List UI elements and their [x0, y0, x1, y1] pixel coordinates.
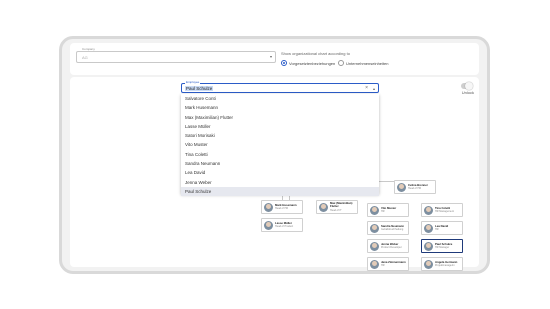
- chevron-up-icon[interactable]: ▴: [373, 86, 375, 91]
- unlock-toggle[interactable]: [461, 82, 473, 90]
- company-select[interactable]: Company AG ▾: [76, 47, 276, 63]
- avatar: [264, 202, 273, 212]
- radio-units[interactable]: Unternehmenseinheiten: [338, 60, 388, 66]
- card-role: HR: [381, 210, 385, 213]
- radio-unchecked-icon[interactable]: [338, 60, 344, 66]
- dropdown-option[interactable]: Satori Morisaki: [181, 131, 379, 140]
- chevron-down-icon[interactable]: ▾: [270, 54, 272, 59]
- card-role: Head of HR: [408, 187, 422, 190]
- employee-label: Employee: [185, 80, 201, 84]
- company-label: Company: [81, 47, 96, 51]
- avatar: [370, 259, 379, 269]
- org-card[interactable]: Angela Germann Projektmanagerin: [421, 257, 463, 271]
- org-card[interactable]: Jana Zimmermann HR: [367, 257, 409, 271]
- clear-icon[interactable]: ×: [365, 85, 368, 91]
- avatar: [319, 202, 328, 212]
- org-card[interactable]: Sandra Neumann Gehaltsbuchhaltung: [367, 221, 409, 235]
- org-chart-area: Unlock Employee Paul Schulze × ▴ Salvato…: [70, 77, 479, 271]
- org-card[interactable]: Celina Brenner Head of HR: [394, 180, 436, 194]
- radio-superior[interactable]: Vorgesetztenbeziehungen: [281, 60, 335, 66]
- org-card[interactable]: Tina Coletti HR Management: [421, 203, 463, 217]
- dropdown-option[interactable]: Max (Maximilian) Flutter: [181, 113, 379, 122]
- avatar: [370, 223, 379, 233]
- org-card[interactable]: Lasse Müller Head of Product: [261, 218, 303, 232]
- org-card[interactable]: Max (Maximilian) Flutter Head of IT: [316, 200, 358, 214]
- filter-bar: Company AG ▾ Show organizational chart a…: [70, 43, 479, 75]
- avatar: [370, 241, 379, 251]
- dropdown-option[interactable]: Mark Husemann: [181, 103, 379, 112]
- radio-superior-label: Vorgesetztenbeziehungen: [289, 60, 336, 66]
- org-card-selected[interactable]: Paul Schulze HR Manager: [421, 239, 463, 253]
- dropdown-option[interactable]: Vito Muster: [181, 140, 379, 149]
- org-card[interactable]: Jenna Weber Product Developer: [367, 239, 409, 253]
- dropdown-option[interactable]: Tina Coletti: [181, 150, 379, 159]
- company-value: AG: [82, 55, 88, 60]
- card-role: HR: [435, 228, 439, 231]
- avatar: [370, 205, 379, 215]
- show-chart-label: Show organizational chart according to: [281, 51, 350, 56]
- org-card[interactable]: Mark Husemann Head of HR: [261, 200, 303, 214]
- employee-dropdown: Salvatore Conti Mark Husemann Max (Maxim…: [181, 94, 379, 197]
- dropdown-option-selected[interactable]: Paul Schulze: [181, 186, 379, 197]
- app-window: Company AG ▾ Show organizational chart a…: [59, 36, 490, 274]
- avatar: [424, 259, 433, 269]
- dropdown-option[interactable]: Jenna Weber: [181, 178, 379, 187]
- unlock-label: Unlock: [461, 90, 474, 95]
- org-card[interactable]: Vito Muster HR: [367, 203, 409, 217]
- avatar: [264, 220, 273, 230]
- avatar: [424, 223, 433, 233]
- avatar: [397, 182, 406, 192]
- dropdown-option[interactable]: Sandra Neumann: [181, 159, 379, 168]
- card-role: HR: [381, 264, 385, 267]
- avatar: [424, 205, 433, 215]
- card-role: Gehaltsbuchhaltung: [381, 228, 404, 231]
- card-role: Product Developer: [381, 246, 402, 249]
- employee-select[interactable]: Employee Paul Schulze × ▴: [181, 80, 379, 93]
- radio-units-label: Unternehmenseinheiten: [346, 60, 389, 66]
- employee-value[interactable]: Paul Schulze: [185, 86, 214, 91]
- dropdown-option[interactable]: Lea David: [181, 168, 379, 177]
- dropdown-option[interactable]: Salvatore Conti: [181, 94, 379, 103]
- card-role: Head of Product: [275, 225, 294, 228]
- card-role: Head of IT: [330, 208, 342, 212]
- avatar: [424, 241, 433, 251]
- card-role: HR Management: [435, 210, 454, 213]
- org-card[interactable]: Lea David HR: [421, 221, 463, 235]
- card-role: Head of HR: [275, 207, 289, 210]
- radio-checked-icon[interactable]: [281, 60, 287, 66]
- card-role: HR Manager: [435, 246, 450, 249]
- card-role: Projektmanagerin: [435, 264, 455, 267]
- dropdown-option[interactable]: Lasse Müller: [181, 122, 379, 131]
